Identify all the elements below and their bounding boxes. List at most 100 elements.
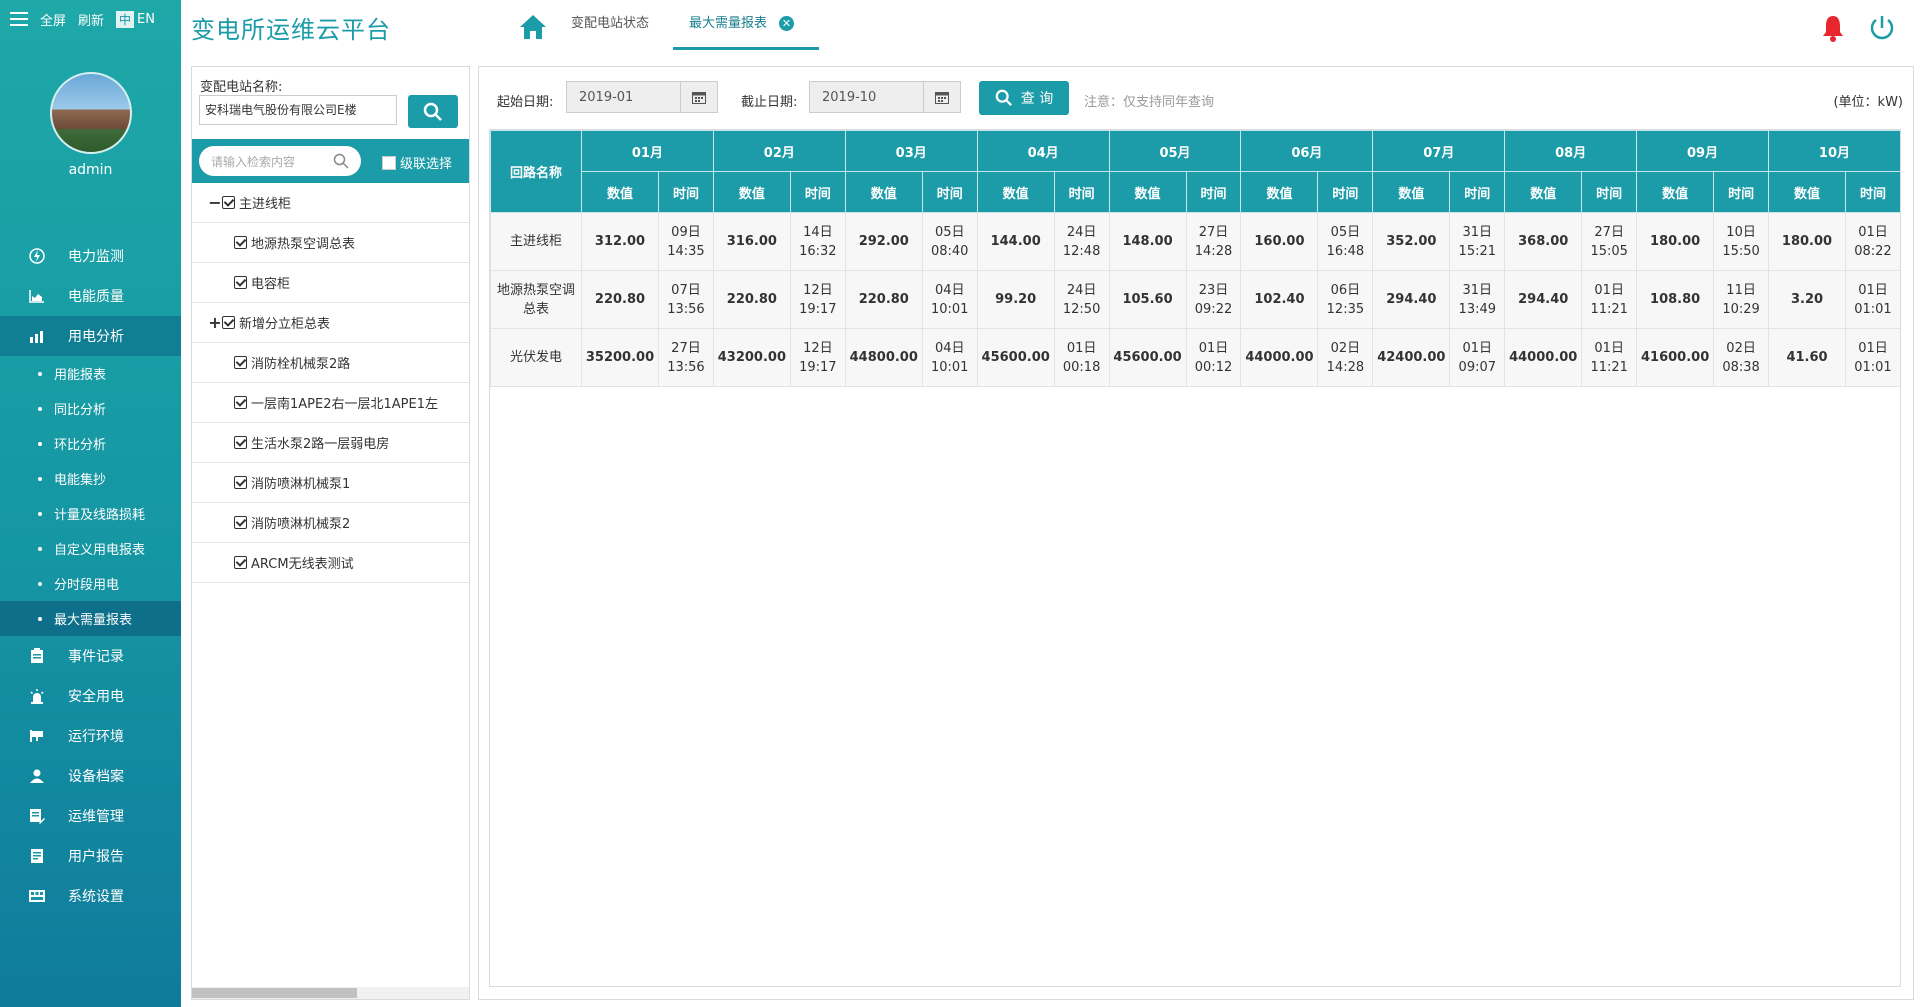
sub-item-time-period[interactable]: 分时段用电: [0, 566, 181, 601]
time-day: 24日: [1066, 282, 1097, 298]
value-cell: 180.00: [1768, 212, 1847, 271]
header-time: 时间: [1185, 171, 1242, 213]
clipboard-icon: [28, 648, 46, 664]
tree-search-placeholder: 请输入检索内容: [211, 155, 296, 169]
tree-node[interactable]: 消防栓机械泵2路: [192, 343, 469, 383]
query-button[interactable]: 查 询: [979, 81, 1069, 115]
time-cell: 24日 12:48: [1053, 212, 1110, 271]
time-cell: 01日 08:22: [1845, 212, 1900, 271]
station-tree-panel: 变配电站名称: 安科瑞电气股份有限公司E楼 请输入检索内容 级联选择 − 主进线柜…: [191, 66, 470, 1000]
nav-item-power-quality[interactable]: 电能质量: [0, 276, 181, 316]
tree-node-label: 电容柜: [251, 277, 291, 292]
language-switch[interactable]: 中 EN: [116, 10, 155, 28]
time-day: 11日: [1726, 282, 1756, 298]
app-title: 变电所运维云平台: [191, 16, 391, 44]
time-clock: 00:12: [1194, 359, 1233, 375]
time-day: 01日: [1066, 340, 1097, 356]
tab-station-status[interactable]: 变配电站状态: [571, 0, 649, 50]
checkbox-checked-icon[interactable]: [234, 276, 247, 289]
sub-item-line-loss[interactable]: 计量及线路损耗: [0, 496, 181, 531]
value-cell: 43200.00: [712, 328, 791, 387]
expand-icon[interactable]: +: [208, 313, 222, 332]
nav-item-power-monitoring[interactable]: 电力监测: [0, 236, 181, 276]
sub-item-energy-report[interactable]: 用能报表: [0, 356, 181, 391]
header-time: 时间: [1713, 171, 1770, 213]
tree-node[interactable]: 消防喷淋机械泵2: [192, 503, 469, 543]
horizontal-scrollbar[interactable]: [192, 987, 469, 999]
nav-item-power-analysis[interactable]: 用电分析: [0, 316, 181, 356]
collapse-icon[interactable]: −: [208, 193, 222, 212]
checkbox-checked-icon[interactable]: [234, 556, 247, 569]
end-date-input[interactable]: 2019-10: [809, 81, 961, 113]
checkbox-checked-icon[interactable]: [222, 316, 235, 329]
time-cell: 23日 09:22: [1185, 270, 1242, 329]
sub-item-max-demand[interactable]: 最大需量报表: [0, 601, 181, 636]
tree-node[interactable]: 消防喷淋机械泵1: [192, 463, 469, 503]
sub-item-mom-analysis[interactable]: 环比分析: [0, 426, 181, 461]
close-icon[interactable]: ✕: [779, 16, 795, 31]
time-cell: 01日 00:12: [1185, 328, 1242, 387]
sub-item-meter-reading[interactable]: 电能集抄: [0, 461, 181, 496]
scrollbar-thumb[interactable]: [192, 988, 357, 998]
nav-item-maintenance[interactable]: 运维管理: [0, 796, 181, 836]
tree-node[interactable]: 电容柜: [192, 263, 469, 303]
tree-node[interactable]: − 主进线柜: [192, 183, 469, 223]
refresh-link[interactable]: 刷新: [78, 10, 104, 29]
tree-node[interactable]: + 新增分立柜总表: [192, 303, 469, 343]
tree-node[interactable]: 地源热泵空调总表: [192, 223, 469, 263]
cascade-checkbox[interactable]: 级联选择: [382, 153, 452, 172]
header-time: 时间: [1581, 171, 1638, 213]
nav-item-environment[interactable]: 运行环境: [0, 716, 181, 756]
header-month: 01月: [581, 130, 714, 172]
checkbox-checked-icon[interactable]: [222, 196, 235, 209]
time-clock: 19:17: [799, 301, 837, 317]
calendar-icon[interactable]: [680, 82, 717, 112]
nav-label: 运维管理: [68, 809, 124, 825]
power-icon[interactable]: [1868, 14, 1896, 42]
tree-node[interactable]: 生活水泵2路一层弱电房: [192, 423, 469, 463]
edit-doc-icon: [28, 808, 46, 824]
checkbox-checked-icon[interactable]: [234, 236, 247, 249]
search-icon[interactable]: [333, 153, 349, 169]
start-date-input[interactable]: 2019-01: [566, 81, 718, 113]
fullscreen-link[interactable]: 全屏: [40, 10, 66, 29]
value-cell: 160.00: [1240, 212, 1319, 271]
nav-item-device-archive[interactable]: 设备档案: [0, 756, 181, 796]
nav-item-settings[interactable]: 系统设置: [0, 876, 181, 916]
calendar-icon[interactable]: [923, 82, 960, 112]
bell-icon[interactable]: [1821, 14, 1845, 42]
time-clock: 12:50: [1062, 301, 1101, 317]
tree-node[interactable]: 一层南1APE2右一层北1APE1左: [192, 383, 469, 423]
station-select[interactable]: 安科瑞电气股份有限公司E楼: [199, 95, 397, 125]
value-cell: 292.00: [844, 212, 923, 271]
time-day: 01日: [1198, 340, 1229, 356]
user-group-icon: [28, 768, 46, 784]
tree-node-label: 消防栓机械泵2路: [251, 357, 351, 372]
tab-max-demand[interactable]: 最大需量报表 ✕: [673, 0, 819, 50]
checkbox-checked-icon[interactable]: [234, 436, 247, 449]
checkbox-checked-icon[interactable]: [234, 476, 247, 489]
nav-item-user-report[interactable]: 用户报告: [0, 836, 181, 876]
checkbox-checked-icon[interactable]: [234, 516, 247, 529]
nav-item-event-log[interactable]: 事件记录: [0, 636, 181, 676]
time-clock: 09:22: [1194, 301, 1233, 317]
checkbox-checked-icon[interactable]: [234, 396, 247, 409]
home-icon[interactable]: [519, 14, 547, 40]
header-value: 数值: [844, 171, 923, 213]
max-demand-table-wrap: 回路名称 01月 02月 03月 04月 05月 06月 07月 08月 09月 10月 数值 时间…: [489, 129, 1901, 987]
lang-zh[interactable]: 中: [116, 10, 135, 28]
menu-icon[interactable]: [10, 12, 28, 26]
tree-node[interactable]: ARCM无线表测试: [192, 543, 469, 583]
station-search-button[interactable]: [408, 95, 458, 128]
nav-label: 事件记录: [68, 649, 124, 665]
sub-item-custom-report[interactable]: 自定义用电报表: [0, 531, 181, 566]
time-clock: 15:50: [1722, 243, 1760, 259]
lang-en[interactable]: EN: [137, 12, 155, 27]
sub-item-yoy-analysis[interactable]: 同比分析: [0, 391, 181, 426]
nav-item-safety[interactable]: 安全用电: [0, 676, 181, 716]
time-clock: 14:28: [1326, 359, 1365, 375]
tree-node-label: 消防喷淋机械泵1: [251, 477, 351, 492]
checkbox-checked-icon[interactable]: [234, 356, 247, 369]
tree-search-input[interactable]: 请输入检索内容: [199, 146, 361, 176]
checkbox-box[interactable]: [382, 155, 396, 170]
